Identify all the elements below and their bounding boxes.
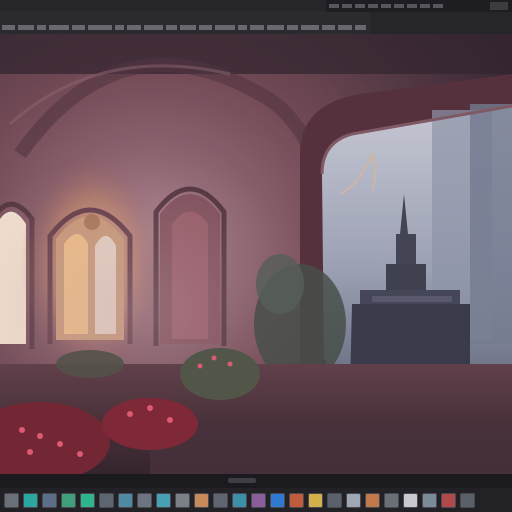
taskbar-app-icon-2[interactable] — [23, 492, 38, 508]
settings-chip[interactable] — [490, 2, 508, 10]
taskbar-app-icon-25[interactable] — [460, 492, 475, 508]
menu-item[interactable] — [126, 24, 142, 30]
menu-item[interactable] — [165, 24, 177, 30]
menu-item[interactable] — [37, 24, 47, 30]
tool-icon[interactable] — [420, 4, 430, 8]
taskbar-app-icon-9[interactable] — [156, 492, 171, 508]
menu-item[interactable] — [114, 24, 124, 30]
taskbar-app-icon-17[interactable] — [308, 492, 323, 508]
taskbar-app-icon-7[interactable] — [118, 492, 133, 508]
menu-item[interactable] — [88, 24, 112, 30]
menu-item[interactable] — [144, 24, 163, 30]
menu-item[interactable] — [300, 24, 319, 30]
tool-icon[interactable] — [355, 4, 365, 8]
taskbar-app-icon-6[interactable] — [99, 492, 114, 508]
tool-icon[interactable] — [342, 4, 352, 8]
taskbar-app-icon-22[interactable] — [403, 492, 418, 508]
menu-item[interactable] — [198, 24, 212, 30]
menu-item[interactable] — [337, 24, 353, 30]
window-controls — [326, 0, 512, 12]
menu-item[interactable] — [17, 24, 35, 30]
taskbar-app-icon-8[interactable] — [137, 492, 152, 508]
menu-item[interactable] — [214, 24, 235, 30]
tool-icon[interactable] — [394, 4, 404, 8]
menu-item[interactable] — [2, 24, 15, 30]
menu-item[interactable] — [355, 24, 367, 30]
menu-item[interactable] — [237, 24, 247, 30]
taskbar-app-icon-24[interactable] — [441, 492, 456, 508]
menu-area — [0, 11, 370, 43]
taskbar-app-icon-15[interactable] — [270, 492, 285, 508]
menu-item[interactable] — [249, 24, 265, 30]
taskbar-app-icon-13[interactable] — [232, 492, 247, 508]
taskbar-app-icon-1[interactable] — [4, 492, 19, 508]
taskbar-app-icon-10[interactable] — [175, 492, 190, 508]
taskbar-app-icon-11[interactable] — [194, 492, 209, 508]
tool-icon[interactable] — [433, 4, 443, 8]
image-canvas[interactable] — [0, 34, 512, 474]
menu-item[interactable] — [179, 24, 196, 30]
status-strip — [0, 474, 512, 488]
taskbar-app-icon-19[interactable] — [346, 492, 361, 508]
taskbar-app-icon-18[interactable] — [327, 492, 342, 508]
taskbar-app-icon-14[interactable] — [251, 492, 266, 508]
tool-icon[interactable] — [381, 4, 391, 8]
menu-item[interactable] — [49, 24, 70, 30]
resize-handle[interactable] — [228, 478, 256, 483]
tool-icon[interactable] — [329, 4, 339, 8]
menu-item[interactable] — [321, 24, 335, 30]
top-toolbar — [0, 0, 512, 43]
taskbar-app-icon-3[interactable] — [42, 492, 57, 508]
tool-icon[interactable] — [368, 4, 378, 8]
taskbar-app-icon-23[interactable] — [422, 492, 437, 508]
taskbar-app-icon-4[interactable] — [61, 492, 76, 508]
taskbar — [0, 488, 512, 512]
menu-item[interactable] — [267, 24, 284, 30]
tool-icon[interactable] — [407, 4, 417, 8]
taskbar-app-icon-5[interactable] — [80, 492, 95, 508]
menu-bar — [2, 23, 367, 31]
menu-item[interactable] — [286, 24, 298, 30]
taskbar-app-icon-21[interactable] — [384, 492, 399, 508]
taskbar-app-icon-20[interactable] — [365, 492, 380, 508]
fantasy-interior-artwork — [0, 34, 512, 474]
menu-item[interactable] — [72, 24, 86, 30]
taskbar-app-icon-16[interactable] — [289, 492, 304, 508]
taskbar-app-icon-12[interactable] — [213, 492, 228, 508]
